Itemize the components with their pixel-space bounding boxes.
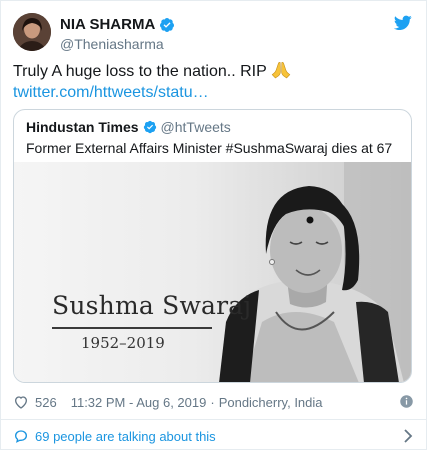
quoted-tweet-text: Former External Affairs Minister #Sushma… [26, 140, 393, 156]
talking-count-text: 69 people are talking about this [35, 428, 216, 444]
author-name-text: NIA SHARMA [60, 16, 156, 33]
heart-icon[interactable] [13, 394, 29, 410]
info-icon[interactable] [399, 394, 414, 409]
quoted-author-name[interactable]: Hindustan Times [26, 119, 139, 135]
meta-separator: · [210, 394, 215, 410]
verified-badge-icon [143, 120, 156, 134]
quoted-tweet-header: Hindustan Times @htTweets [26, 119, 231, 135]
tweet-meta: 526 11:32 PM - Aug 6, 2019 · Pondicherry… [13, 393, 414, 411]
image-caption-name: Sushma Swaraj [52, 291, 252, 320]
tweet-link[interactable]: twitter.com/httweets/statu… [13, 82, 209, 103]
author-name[interactable]: NIA SHARMA [60, 16, 175, 33]
tweet-body-text: Truly A huge loss to the nation.. RIP [13, 63, 267, 80]
footer-divider [1, 419, 427, 420]
embedded-tweet: NIA SHARMA @Theniasharma Truly A huge lo… [0, 0, 427, 450]
twitter-bird-icon[interactable] [394, 15, 412, 31]
folded-hands-icon [271, 62, 291, 79]
tweet-timestamp[interactable]: 11:32 PM - Aug 6, 2019 [71, 395, 207, 410]
verified-badge-icon [160, 17, 175, 32]
quoted-author-handle[interactable]: @htTweets [161, 119, 231, 135]
comment-bubble-icon [14, 430, 28, 443]
image-caption-years: 1952–2019 [81, 334, 165, 352]
author-avatar[interactable] [13, 13, 51, 51]
avatar-image [13, 13, 51, 51]
portrait-photo [14, 162, 411, 382]
author-info: NIA SHARMA @Theniasharma [60, 16, 175, 52]
quoted-tweet-image[interactable]: Sushma Swaraj 1952–2019 [14, 162, 411, 382]
tweet-header: NIA SHARMA @Theniasharma [13, 13, 414, 53]
author-handle[interactable]: @Theniasharma [60, 36, 175, 52]
chevron-right-icon [404, 429, 413, 443]
tweet-location[interactable]: Pondicherry, India [219, 395, 323, 410]
tweet-body: Truly A huge loss to the nation.. RIP [13, 61, 291, 82]
quoted-tweet-card[interactable]: Hindustan Times @htTweets Former Externa… [13, 109, 412, 383]
image-caption-divider [52, 327, 212, 329]
conversation-link[interactable]: 69 people are talking about this [13, 427, 414, 445]
like-count[interactable]: 526 [35, 395, 57, 410]
